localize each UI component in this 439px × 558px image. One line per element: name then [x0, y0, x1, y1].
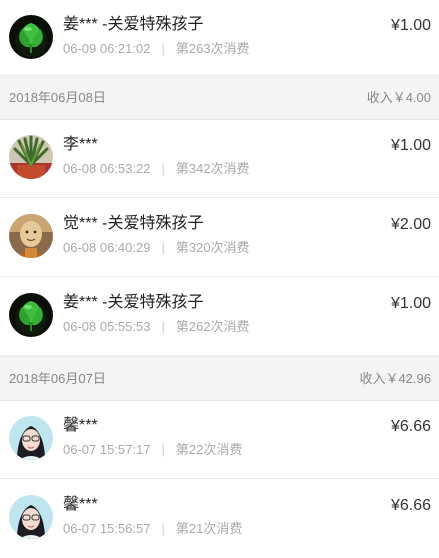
date-label: 2018年06月08日 — [9, 90, 106, 105]
payer-name: 觉*** -关爱特殊孩子 — [63, 215, 204, 232]
transaction-meta: 06-08 05:55:53 | 第262次消费 — [63, 319, 250, 335]
separator: | — [161, 319, 165, 334]
leaf-icon — [9, 293, 53, 337]
transaction-time: 06-08 05:55:53 — [63, 319, 151, 334]
payer-name: 姜*** -关爱特殊孩子 — [63, 16, 204, 33]
date-group-header: 2018年06月07日 收入￥42.96 — [0, 356, 439, 401]
transaction-row[interactable]: 李*** 06-08 06:53:22 | 第342次消费 ¥1.00 — [0, 120, 439, 198]
transaction-time: 06-09 06:21:02 — [63, 41, 151, 56]
separator: | — [161, 161, 165, 176]
payer-name: 姜*** -关爱特殊孩子 — [63, 294, 204, 311]
transaction-row[interactable]: 馨*** 06-07 15:57:17 | 第22次消费 ¥6.66 — [0, 401, 439, 479]
transaction-list: 姜*** -关爱特殊孩子 06-09 06:21:02 | 第263次消费 ¥1.0… — [0, 0, 439, 558]
leaf-icon — [9, 15, 53, 59]
consumption-count: 第22次消费 — [175, 442, 243, 457]
payer-name: 李*** — [63, 136, 98, 153]
transaction-amount: ¥1.00 — [390, 17, 431, 34]
monk-icon — [9, 214, 53, 258]
transaction-time: 06-07 15:56:57 — [63, 521, 151, 536]
transaction-amount: ¥1.00 — [390, 295, 431, 312]
transaction-time: 06-08 06:40:29 — [63, 240, 151, 255]
transaction-meta: 06-08 06:53:22 | 第342次消费 — [63, 161, 250, 177]
consumption-count: 第320次消费 — [175, 240, 250, 255]
daily-income: 收入￥4.00 — [366, 90, 431, 105]
date-label: 2018年06月07日 — [9, 371, 106, 386]
consumption-count: 第342次消费 — [175, 161, 250, 176]
payer-name: 馨*** — [63, 496, 98, 513]
date-group-header: 2018年06月08日 收入￥4.00 — [0, 75, 439, 120]
payer-name: 馨*** — [63, 417, 98, 434]
plant-icon — [9, 135, 53, 179]
consumption-count: 第21次消费 — [175, 521, 243, 536]
daily-income: 收入￥42.96 — [359, 371, 431, 386]
transaction-amount: ¥1.00 — [390, 137, 431, 154]
transaction-row[interactable]: 馨*** 06-07 15:56:57 | 第21次消费 ¥6.66 — [0, 480, 439, 558]
transaction-meta: 06-07 15:57:17 | 第22次消费 — [63, 442, 242, 458]
consumption-count: 第262次消费 — [175, 319, 250, 334]
transaction-amount: ¥6.66 — [390, 497, 431, 514]
separator: | — [161, 240, 165, 255]
girl-icon — [9, 416, 53, 460]
transaction-amount: ¥2.00 — [390, 216, 431, 233]
transaction-meta: 06-08 06:40:29 | 第320次消费 — [63, 240, 250, 256]
girl-icon — [9, 495, 53, 539]
transaction-time: 06-08 06:53:22 — [63, 161, 151, 176]
separator: | — [161, 442, 165, 457]
transaction-row[interactable]: 姜*** -关爱特殊孩子 06-08 05:55:53 | 第262次消费 ¥1.0… — [0, 278, 439, 356]
transaction-row[interactable]: 姜*** -关爱特殊孩子 06-09 06:21:02 | 第263次消费 ¥1.0… — [0, 0, 439, 78]
transaction-row[interactable]: 觉*** -关爱特殊孩子 06-08 06:40:29 | 第320次消费 ¥2.0… — [0, 199, 439, 277]
separator: | — [161, 521, 165, 536]
separator: | — [161, 41, 165, 56]
transaction-meta: 06-07 15:56:57 | 第21次消费 — [63, 521, 242, 537]
transaction-meta: 06-09 06:21:02 | 第263次消费 — [63, 41, 250, 57]
transaction-amount: ¥6.66 — [390, 418, 431, 435]
transaction-time: 06-07 15:57:17 — [63, 442, 151, 457]
consumption-count: 第263次消费 — [175, 41, 250, 56]
